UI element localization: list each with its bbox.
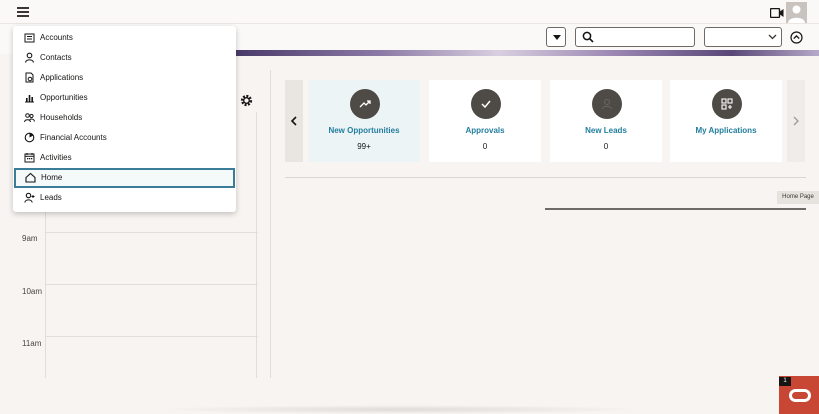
hour-line	[46, 232, 258, 233]
menu-item-label: Applications	[40, 73, 84, 82]
card-new-opportunities[interactable]: New Opportunities 99+	[308, 80, 420, 162]
chevron-left-icon	[290, 116, 297, 126]
card-title: Approvals	[465, 126, 505, 135]
search-icon	[582, 31, 594, 43]
avatar[interactable]	[786, 2, 807, 23]
menu-item-home[interactable]: Home	[14, 168, 235, 188]
menu-item-activities[interactable]: Activities	[15, 149, 234, 167]
accounts-icon	[24, 33, 35, 43]
hamburger-menu-icon[interactable]	[17, 7, 29, 17]
households-icon	[24, 113, 35, 123]
leads-icon	[24, 192, 35, 203]
card-count: 0	[603, 142, 609, 151]
navigation-menu: Accounts Contacts Applications Opportuni…	[13, 26, 236, 212]
panel-divider	[270, 70, 271, 378]
menu-item-label: Leads	[40, 193, 62, 202]
video-camera-icon[interactable]	[770, 8, 784, 18]
chevron-right-icon	[793, 116, 799, 126]
menu-item-accounts[interactable]: Accounts	[15, 29, 234, 47]
hour-label: 11am	[22, 339, 42, 348]
menu-item-opportunities[interactable]: Opportunities	[15, 89, 234, 107]
collapse-up-icon[interactable]	[790, 31, 803, 44]
menu-item-leads[interactable]: Leads	[15, 189, 234, 207]
card-approvals[interactable]: Approvals 0	[429, 80, 541, 162]
menu-item-households[interactable]: Households	[15, 109, 234, 127]
menu-item-label: Activities	[40, 153, 72, 162]
checkmark-icon	[471, 89, 501, 119]
hour-line	[46, 284, 258, 285]
contacts-icon	[24, 52, 35, 63]
decorative-shadow	[150, 405, 650, 414]
hour-label: 9am	[22, 234, 38, 243]
menu-item-label: Opportunities	[40, 93, 88, 102]
activities-icon	[24, 153, 35, 163]
select-dropdown[interactable]	[704, 27, 782, 47]
top-bar	[0, 0, 819, 24]
menu-item-label: Households	[40, 113, 83, 122]
card-title: My Applications	[695, 126, 757, 135]
apps-grid-icon	[712, 89, 742, 119]
card-my-applications[interactable]: My Applications	[670, 80, 782, 162]
search-input[interactable]	[575, 27, 695, 47]
hour-label: 10am	[22, 287, 43, 296]
menu-item-label: Accounts	[40, 33, 73, 42]
home-icon	[25, 172, 36, 183]
menu-item-label: Home	[41, 173, 63, 182]
menu-item-label: Contacts	[40, 53, 72, 62]
gear-icon[interactable]	[240, 94, 253, 107]
menu-item-contacts[interactable]: Contacts	[15, 49, 234, 67]
section-divider	[285, 177, 806, 178]
chevron-down-icon	[768, 34, 777, 40]
dropdown-button[interactable]	[546, 27, 566, 47]
menu-item-label: Financial Accounts	[40, 133, 107, 142]
carousel-prev-button[interactable]	[285, 80, 303, 162]
menu-item-applications[interactable]: Applications	[15, 69, 234, 87]
hour-line	[46, 336, 258, 337]
oracle-logo-icon	[789, 389, 811, 402]
carousel-next-button[interactable]	[787, 80, 805, 162]
card-title: New Opportunities	[328, 126, 400, 135]
opportunities-icon	[25, 95, 34, 103]
notification-badge: 1	[779, 377, 791, 386]
decorative-banner	[236, 50, 819, 56]
section-divider	[545, 208, 806, 210]
tooltip: Home Page	[777, 191, 819, 204]
card-count: 0	[482, 142, 488, 151]
card-title: New Leads	[585, 126, 627, 135]
financial-accounts-icon	[24, 132, 35, 143]
card-count: 99+	[357, 142, 371, 151]
trend-up-icon	[350, 89, 380, 119]
applications-icon	[25, 72, 34, 83]
menu-item-financial-accounts[interactable]: Financial Accounts	[15, 129, 234, 147]
card-new-leads[interactable]: New Leads 0	[550, 80, 662, 162]
lead-icon	[592, 89, 622, 119]
